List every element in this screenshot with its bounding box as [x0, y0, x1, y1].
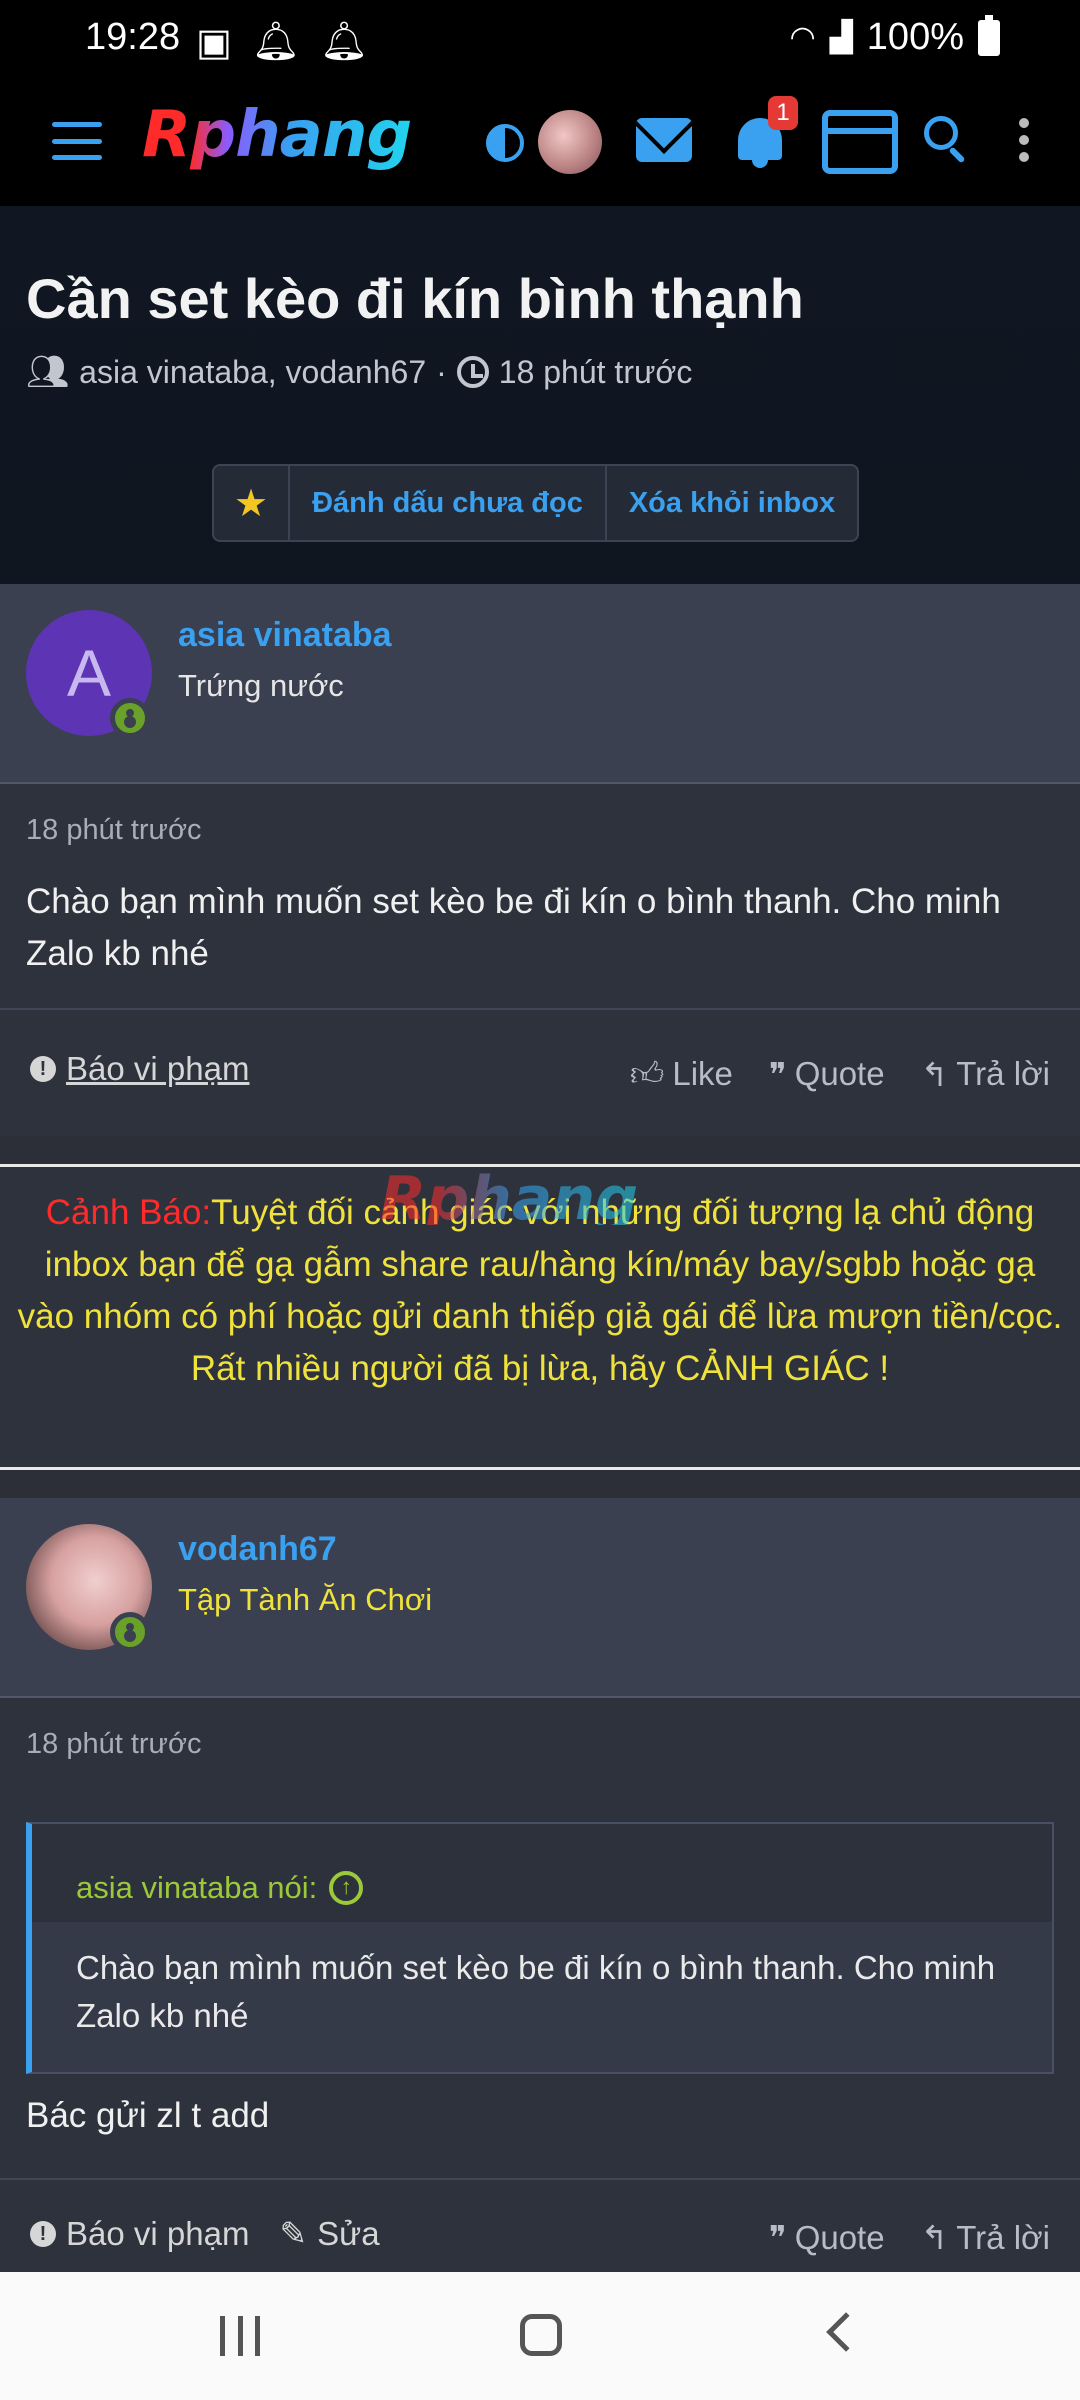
bell-notify-icon: 🔔︎ [251, 21, 301, 63]
system-navigation [0, 2272, 1080, 2400]
thread-time: 18 phút trước [498, 353, 693, 390]
reply-icon: ↰ [920, 1055, 949, 1093]
quote-icon: ❞ [768, 2219, 787, 2256]
message-text: Bác gửi zl t add [26, 2096, 270, 2135]
message-user-info: vodanh67 Tập Tành Ăn Chơi [0, 1498, 1080, 1698]
mark-unread-button[interactable]: Đánh dấu chưa đọc [290, 466, 607, 540]
star-icon[interactable]: ★ [214, 466, 291, 540]
home-icon[interactable] [520, 2314, 562, 2356]
quote-block: asia vinataba nói: ↑ Chào bạn mình muốn … [26, 1822, 1054, 2074]
thread-participants[interactable]: asia vinataba, vodanh67 [79, 354, 426, 391]
edit-button[interactable]: Sửa [317, 2215, 379, 2253]
user-title: Trứng nước [178, 668, 344, 703]
battery-icon [978, 14, 1000, 56]
reply-button[interactable]: ↰ Trả lời [921, 2218, 1050, 2257]
remove-inbox-button[interactable]: Xóa khỏi inbox [607, 466, 857, 540]
message-actions: 👍︎ Like ❞ Quote ↰ Trả lời [630, 1054, 1050, 1094]
signal-icon: ▟ [829, 21, 853, 54]
battery-level: 100% [866, 16, 964, 58]
message-time[interactable]: 18 phút trước [26, 814, 201, 847]
store-icon[interactable] [822, 110, 898, 174]
arrow-up-circle-icon[interactable]: ↑ [329, 1871, 364, 1905]
inbox-icon[interactable] [636, 118, 692, 162]
quote-text: Chào bạn mình muốn set kèo be đi kín o b… [76, 1949, 996, 2034]
message-footer: ! Báo vi phạm ✎ Sửa ❞ Quote ↰ Trả lời [0, 2178, 1080, 2272]
status-notification-icons: ▣ 🔔︎ 🔔︎ [196, 20, 368, 65]
report-button[interactable]: ! Báo vi phạm [30, 1050, 249, 1088]
online-status-icon [110, 1612, 150, 1652]
quote-author[interactable]: asia vinataba nói: [76, 1870, 317, 1906]
message-time[interactable]: 18 phút trước [26, 1728, 201, 1761]
reply-icon: ↰ [920, 2219, 949, 2256]
message-body: 18 phút trước Chào bạn mình muốn set kèo… [0, 784, 1080, 1136]
thread-meta: 👥︎ asia vinataba, vodanh67 · 18 phút trư… [26, 352, 692, 392]
message-footer: ! Báo vi phạm 👍︎ Like ❞ Quote ↰ Trả lời [0, 1008, 1080, 1136]
quote-button[interactable]: ❞ Quote [769, 1054, 885, 1094]
thread-actions: ★ Đánh dấu chưa đọc Xóa khỏi inbox [212, 464, 860, 542]
status-time: 19:28 [85, 16, 181, 58]
warning-notice: Rphang Cảnh Báo:Tuyệt đối cảnh giác với … [0, 1164, 1080, 1470]
warning-icon: ! [30, 1056, 56, 1082]
message-user-info: A asia vinataba Trứng nước [0, 584, 1080, 784]
thumbs-up-icon: 👍︎ [629, 1055, 665, 1092]
users-icon: 👥︎ [26, 353, 70, 391]
page-title: Cần set kèo đi kín bình thạnh [26, 267, 804, 330]
status-bar: 19:28 ▣ 🔔︎ 🔔︎ ◠ ▟ 100% [0, 0, 1080, 76]
logo-watermark: Rphang [380, 1164, 639, 1234]
quote-button[interactable]: ❞ Quote [769, 2218, 885, 2257]
username[interactable]: asia vinataba [178, 616, 392, 655]
warning-text-2: Rất nhiều người đã bị lừa, hãy CẢNH GIÁC… [190, 1349, 890, 1388]
clock-icon [456, 356, 489, 388]
thread-header: Cần set kèo đi kín bình thạnh 👥︎ asia vi… [0, 206, 1080, 584]
warning-icon: ! [30, 2220, 56, 2247]
recents-icon[interactable] [220, 2316, 260, 2356]
online-status-icon [110, 698, 150, 738]
user-title: Tập Tành Ăn Chơi [178, 1582, 433, 1617]
back-icon[interactable] [826, 2312, 866, 2352]
bell-notify-icon: 🔔︎ [320, 21, 369, 63]
message-text: Chào bạn mình muốn set kèo be đi kín o b… [26, 882, 1001, 973]
meta-separator: · [436, 353, 447, 390]
search-icon[interactable] [924, 116, 968, 164]
more-options-icon[interactable] [1018, 118, 1030, 162]
report-button[interactable]: ! Báo vi phạm ✎ Sửa [30, 2214, 380, 2253]
reply-button[interactable]: ↰ Trả lời [921, 1054, 1050, 1094]
top-navigation: Rphang 1 [0, 76, 1080, 206]
site-logo[interactable]: Rphang [142, 98, 412, 172]
warning-label: Cảnh Báo: [45, 1193, 212, 1232]
message-actions: ❞ Quote ↰ Trả lời [769, 2218, 1050, 2257]
status-right: ◠ ▟ 100% [789, 14, 1000, 59]
gallery-icon: ▣ [196, 22, 232, 64]
theme-toggle-icon[interactable] [486, 124, 524, 162]
like-button[interactable]: 👍︎ Like [630, 1054, 733, 1094]
menu-icon[interactable] [52, 122, 102, 160]
report-label: Báo vi phạm [66, 1050, 250, 1087]
pencil-icon: ✎ [279, 2215, 308, 2252]
quote-header[interactable]: asia vinataba nói: ↑ [32, 1824, 1052, 1922]
user-avatar[interactable] [538, 110, 602, 174]
notification-badge: 1 [768, 96, 798, 130]
quote-icon: ❞ [768, 1055, 787, 1093]
username[interactable]: vodanh67 [178, 1530, 337, 1569]
wifi-icon: ◠ [789, 21, 816, 54]
report-label: Báo vi phạm [66, 2214, 250, 2252]
